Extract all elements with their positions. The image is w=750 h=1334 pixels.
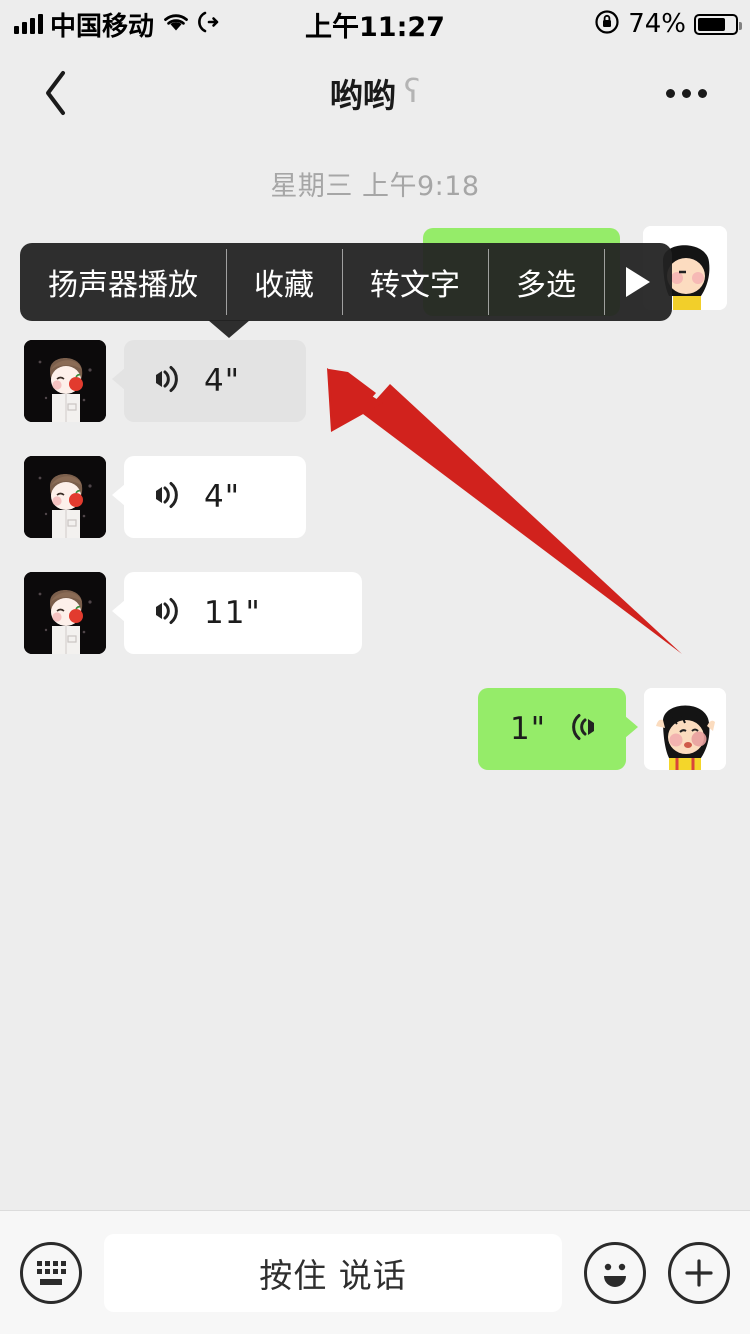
more-dot-1 bbox=[665, 88, 675, 98]
menu-next-page-button[interactable] bbox=[604, 243, 672, 321]
message-row-3: 11" bbox=[24, 572, 362, 654]
voice-message-bubble-2[interactable]: 4" bbox=[112, 456, 306, 538]
menu-item-convert-text[interactable]: 转文字 bbox=[342, 243, 488, 321]
voice-duration-3: 11" bbox=[204, 595, 261, 631]
more-dot-3 bbox=[697, 88, 707, 98]
avatar-contact-3[interactable] bbox=[24, 572, 106, 654]
message-row-1: 4" bbox=[24, 340, 306, 422]
menu-item-speaker-play-label: 扬声器播放 bbox=[48, 268, 198, 303]
menu-item-favorite[interactable]: 收藏 bbox=[226, 243, 342, 321]
chat-title-text: 哟哟 bbox=[329, 76, 396, 115]
message-row-2: 4" bbox=[24, 456, 306, 538]
message-context-menu[interactable]: 扬声器播放 收藏 转文字 多选 bbox=[20, 243, 672, 338]
plus-icon bbox=[685, 1258, 713, 1287]
menu-item-favorite-label: 收藏 bbox=[254, 268, 314, 303]
status-bar: 中国移动 上午11:27 74% bbox=[0, 0, 750, 48]
voice-message-bubble-1[interactable]: 4" bbox=[112, 340, 306, 422]
status-time: 上午11:27 bbox=[305, 11, 445, 43]
hold-to-talk-button[interactable]: 按住 说话 bbox=[104, 1233, 562, 1312]
status-bar-right: 74% bbox=[594, 0, 742, 48]
rotation-lock-icon bbox=[594, 9, 620, 39]
speaker-wave-icon bbox=[152, 478, 182, 516]
voice-duration-4: 1" bbox=[510, 711, 546, 747]
speaker-wave-icon bbox=[152, 594, 182, 632]
hold-to-talk-label: 按住 说话 bbox=[259, 1255, 407, 1295]
voice-message-bubble-4[interactable]: 1" bbox=[478, 688, 638, 770]
avatar-self[interactable] bbox=[644, 688, 726, 770]
menu-item-multi-select-label: 多选 bbox=[516, 268, 576, 303]
voice-duration-2: 4" bbox=[204, 479, 240, 515]
day-timestamp: 星期三 上午9:18 bbox=[270, 171, 480, 202]
speaker-wave-icon-mirrored bbox=[568, 710, 598, 748]
battery-icon bbox=[694, 13, 742, 35]
title-badge-glyph: ʕ bbox=[403, 72, 421, 110]
more-dot-2 bbox=[681, 88, 691, 98]
smiley-icon bbox=[604, 1263, 626, 1287]
play-triangle-icon bbox=[626, 267, 650, 297]
nav-bar: 哟哟 ʕ bbox=[0, 48, 750, 138]
keyboard-icon bbox=[36, 1260, 66, 1285]
wechat-chat-screen: 中国移动 上午11:27 74% 哟哟 ʕ 星期三 上午9:18 4" 4" 1… bbox=[0, 0, 750, 1334]
emoji-button[interactable] bbox=[584, 1241, 646, 1304]
page-title: 哟哟 ʕ bbox=[0, 48, 750, 138]
avatar-contact-1[interactable] bbox=[24, 340, 106, 422]
message-row-4: 1" bbox=[478, 688, 726, 770]
keyboard-toggle-button[interactable] bbox=[20, 1241, 82, 1304]
voice-message-bubble-3[interactable]: 11" bbox=[112, 572, 362, 654]
more-functions-button[interactable] bbox=[668, 1241, 730, 1304]
context-menu-caret bbox=[208, 320, 250, 338]
input-toolbar: 按住 说话 bbox=[0, 1210, 750, 1334]
avatar-contact-2[interactable] bbox=[24, 456, 106, 538]
menu-item-multi-select[interactable]: 多选 bbox=[488, 243, 604, 321]
menu-item-convert-text-label: 转文字 bbox=[370, 268, 460, 303]
battery-percent: 74% bbox=[628, 9, 686, 39]
speaker-wave-icon bbox=[152, 362, 182, 400]
voice-duration-1: 4" bbox=[204, 363, 240, 399]
more-options-button[interactable] bbox=[646, 48, 726, 138]
menu-item-speaker-play[interactable]: 扬声器播放 bbox=[20, 243, 226, 321]
